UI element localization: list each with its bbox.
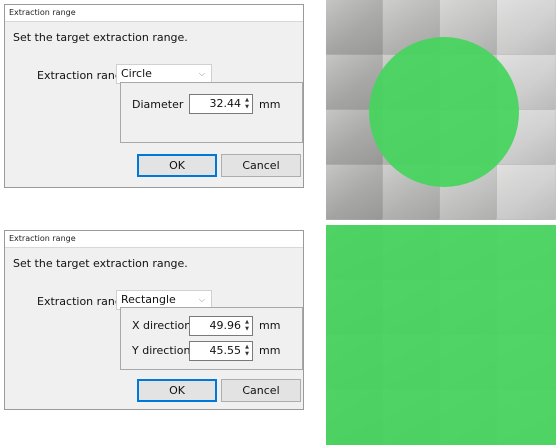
extraction-rectangle-overlay (326, 225, 556, 445)
x-direction-unit: mm (259, 319, 281, 332)
surface-tile (497, 165, 556, 220)
dialog-title: Extraction range (5, 231, 303, 248)
instruction-text: Set the target extraction range. (13, 31, 188, 44)
diameter-label: Diameter (132, 98, 184, 111)
ok-button[interactable]: OK (137, 379, 217, 402)
cancel-button[interactable]: Cancel (221, 154, 301, 177)
chevron-down-icon: ⌵ (198, 69, 205, 78)
preview-image-circle (326, 0, 556, 220)
shape-select-value: Rectangle (121, 293, 176, 306)
diameter-input[interactable]: 32.44 ▲ ▼ (189, 94, 253, 114)
surface-tile (497, 0, 556, 55)
dimension-group: Diameter 32.44 ▲ ▼ mm (120, 82, 303, 143)
spin-up-down-icon[interactable]: ▲ ▼ (243, 319, 251, 333)
spin-up-down-icon[interactable]: ▲ ▼ (243, 97, 251, 111)
diameter-unit: mm (259, 98, 281, 111)
surface-tile (326, 0, 383, 55)
spin-up-down-icon[interactable]: ▲ ▼ (243, 344, 251, 358)
extraction-range-dialog-circle: Extraction range Set the target extracti… (4, 4, 304, 188)
y-direction-unit: mm (259, 344, 281, 357)
extraction-range-dialog-rectangle: Extraction range Set the target extracti… (4, 230, 304, 410)
x-direction-input[interactable]: 49.96 ▲ ▼ (189, 316, 253, 336)
extraction-circle-overlay (369, 37, 519, 187)
dimension-group: X direction 49.96 ▲ ▼ mm Y direction 45.5… (120, 307, 303, 370)
preview-image-rectangle (326, 225, 556, 445)
x-direction-label: X direction (132, 319, 192, 332)
surface-tile (326, 165, 383, 220)
ok-button[interactable]: OK (137, 154, 217, 177)
instruction-text: Set the target extraction range. (13, 257, 188, 270)
y-direction-input[interactable]: 45.55 ▲ ▼ (189, 341, 253, 361)
dialog-title: Extraction range (5, 5, 303, 22)
cancel-button[interactable]: Cancel (221, 379, 301, 402)
y-direction-label: Y direction (132, 344, 191, 357)
shape-select[interactable]: Circle ⌵ (116, 64, 212, 84)
shape-select-value: Circle (121, 67, 152, 80)
